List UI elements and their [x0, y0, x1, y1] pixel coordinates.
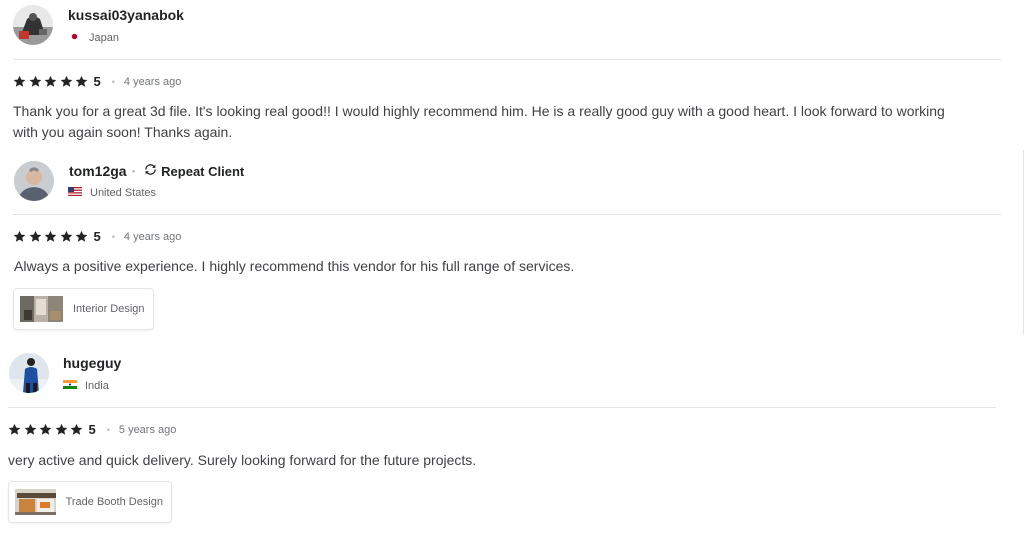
- service-thumbnail: [15, 489, 56, 515]
- star-icon: [60, 230, 73, 243]
- service-thumbnail: [20, 296, 63, 322]
- service-tag-label: Trade Booth Design: [65, 496, 163, 508]
- country-name: Japan: [89, 32, 119, 44]
- usa-flag-icon: [68, 187, 82, 199]
- repeat-client-badge: • Repeat Client: [132, 163, 244, 179]
- star-icon: [44, 75, 57, 88]
- service-tag-label: Interior Design: [73, 303, 145, 315]
- country-name: India: [85, 380, 109, 392]
- rating-row: 5 • 5 years ago: [8, 422, 176, 437]
- reviewer-username[interactable]: tom12ga: [69, 163, 127, 179]
- star-icon: [29, 75, 42, 88]
- avatar[interactable]: [14, 161, 54, 201]
- star-icon: [39, 423, 52, 436]
- star-icon: [29, 230, 42, 243]
- separator-dot: •: [106, 424, 110, 435]
- divider: [8, 407, 996, 408]
- repeat-client-label: Repeat Client: [161, 163, 245, 179]
- review-time: 4 years ago: [123, 75, 182, 88]
- service-tag[interactable]: Trade Booth Design: [8, 481, 172, 523]
- review-time: 4 years ago: [123, 230, 182, 243]
- rating-score: 5: [88, 422, 96, 437]
- star-icon: [13, 75, 26, 88]
- star-icon: [70, 423, 83, 436]
- star-icon: [55, 423, 68, 436]
- divider: [13, 59, 1001, 60]
- star-icon: [75, 75, 88, 88]
- star-icon: [75, 230, 88, 243]
- divider: [13, 214, 1001, 215]
- service-tag[interactable]: Interior Design: [13, 288, 154, 330]
- review-text: very active and quick delivery. Surely l…: [8, 452, 477, 468]
- star-icon: [60, 75, 73, 88]
- star-icon: [44, 230, 57, 243]
- review-text: Thank you for a great 3d file. It's look…: [13, 103, 945, 140]
- review-time: 5 years ago: [118, 423, 177, 436]
- avatar[interactable]: [9, 353, 49, 393]
- rating-score: 5: [93, 229, 101, 244]
- reviewer-country: United States: [68, 187, 156, 199]
- rating-row: 5 • 4 years ago: [13, 74, 181, 89]
- repeat-icon: [144, 163, 157, 179]
- rating-score: 5: [93, 74, 101, 89]
- japan-flag-icon: [68, 32, 81, 44]
- star-icon: [24, 423, 37, 436]
- star-icon: [13, 230, 26, 243]
- separator-dot: •: [111, 231, 115, 242]
- separator-dot: •: [132, 166, 136, 176]
- review-text: Always a positive experience. I highly r…: [14, 258, 575, 274]
- india-flag-icon: [63, 380, 77, 392]
- reviewer-country: India: [63, 380, 109, 392]
- star-icon: [8, 423, 21, 436]
- rating-row: 5 • 4 years ago: [13, 229, 181, 244]
- reviewer-username[interactable]: hugeguy: [63, 355, 121, 371]
- country-name: United States: [90, 187, 157, 199]
- avatar[interactable]: [13, 5, 53, 45]
- reviewer-username[interactable]: kussai03yanabok: [68, 7, 184, 23]
- reviewer-country: Japan: [68, 32, 119, 44]
- separator-dot: •: [111, 76, 115, 87]
